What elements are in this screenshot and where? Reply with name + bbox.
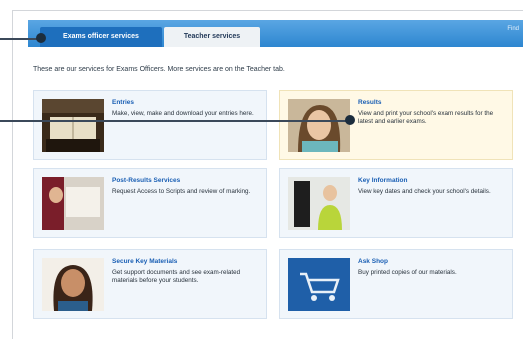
teacher-photo-icon xyxy=(42,258,104,311)
callout-dot-results xyxy=(345,115,355,125)
card-title-post-results[interactable]: Post-Results Services xyxy=(112,177,180,184)
card-title-entries[interactable]: Entries xyxy=(112,99,134,106)
service-card-entries[interactable]: Entries Make, view, make and download yo… xyxy=(33,90,267,160)
callout-line-results xyxy=(0,120,350,122)
ledger-book-photo-icon xyxy=(42,99,104,152)
card-desc-results: View and print your school's exam result… xyxy=(358,110,494,125)
post-results-photo-icon xyxy=(42,177,104,230)
topbar-right-link[interactable]: Find xyxy=(507,26,519,32)
card-title-results[interactable]: Results xyxy=(358,99,381,106)
card-desc-ask-shop: Buy printed copies of our materials. xyxy=(358,269,457,276)
card-desc-entries: Make, view, make and download your entri… xyxy=(112,110,254,117)
intro-text: These are our services for Exams Officer… xyxy=(33,66,285,73)
card-title-ask-shop[interactable]: Ask Shop xyxy=(358,258,388,265)
service-card-key-information[interactable]: Key Information View key dates and check… xyxy=(279,168,513,238)
tab-teacher-services[interactable]: Teacher services xyxy=(164,27,260,47)
callout-dot-tab xyxy=(36,33,46,43)
service-card-results[interactable]: Results View and print your school's exa… xyxy=(279,90,513,160)
shopping-cart-photo-icon xyxy=(288,258,350,311)
student-photo-icon xyxy=(288,99,350,152)
key-information-photo-icon xyxy=(288,177,350,230)
card-desc-secure-key-materials: Get support documents and see exam-relat… xyxy=(112,269,241,284)
card-desc-key-information: View key dates and check your school's d… xyxy=(358,188,491,195)
card-title-secure-key-materials[interactable]: Secure Key Materials xyxy=(112,258,177,265)
service-card-post-results[interactable]: Post-Results Services Request Access to … xyxy=(33,168,267,238)
card-desc-post-results: Request Access to Scripts and review of … xyxy=(112,188,251,195)
tab-exams-officer-services[interactable]: Exams officer services xyxy=(40,27,162,47)
service-card-ask-shop[interactable]: Ask Shop Buy printed copies of our mater… xyxy=(279,249,513,319)
service-card-secure-key-materials[interactable]: Secure Key Materials Get support documen… xyxy=(33,249,267,319)
card-title-key-information[interactable]: Key Information xyxy=(358,177,407,184)
